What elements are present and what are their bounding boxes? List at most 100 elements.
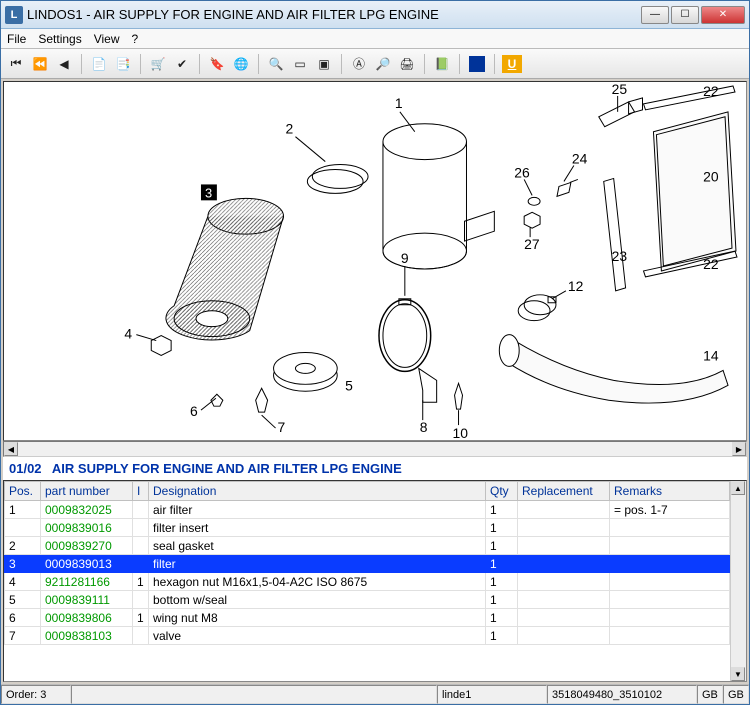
tag-icon[interactable]: 🔖 — [206, 53, 228, 75]
scroll-down-icon[interactable]: ▼ — [731, 667, 745, 681]
globe-icon[interactable]: 🌐 — [230, 53, 252, 75]
col-repl[interactable]: Replacement — [518, 482, 610, 501]
doc-save-icon[interactable]: 📑 — [112, 53, 134, 75]
cell-repl — [518, 627, 610, 645]
nav-prev-fast-icon[interactable]: ⏪ — [29, 53, 51, 75]
cell-rem — [610, 519, 730, 537]
menubar: File Settings View ? — [1, 29, 749, 49]
cell-desig: hexagon nut M16x1,5-04-A2C ISO 8675 — [149, 573, 486, 591]
diagram-panel[interactable]: 1 2 3 4 — [3, 81, 747, 441]
callout-3-selected: 3 — [205, 185, 212, 200]
separator — [459, 54, 460, 74]
diagram-hscrollbar[interactable]: ◀ ▶ — [3, 441, 747, 457]
search-icon[interactable]: 🔎 — [372, 53, 394, 75]
cell-qty: 1 — [486, 501, 518, 519]
cell-rem — [610, 573, 730, 591]
menu-file[interactable]: File — [7, 32, 26, 46]
print-icon[interactable]: 🖨 — [396, 53, 418, 75]
table-row[interactable]: 0009839016filter insert1 — [5, 519, 730, 537]
cell-pos: 3 — [5, 555, 41, 573]
cell-i — [133, 501, 149, 519]
cell-qty: 1 — [486, 627, 518, 645]
cell-desig: air filter — [149, 501, 486, 519]
cell-qty: 1 — [486, 609, 518, 627]
col-i[interactable]: I — [133, 482, 149, 501]
flag-icon[interactable] — [466, 53, 488, 75]
callout-8: 8 — [420, 419, 428, 435]
callout-1: 1 — [395, 95, 403, 111]
fit-width-icon[interactable]: ▭ — [289, 53, 311, 75]
col-rem[interactable]: Remarks — [610, 482, 730, 501]
status-lang1: GB — [697, 685, 723, 704]
cart-icon[interactable]: 🛒 — [147, 53, 169, 75]
menu-view[interactable]: View — [94, 32, 120, 46]
status-order: Order: 3 — [1, 685, 71, 704]
cell-qty: 1 — [486, 591, 518, 609]
info-icon[interactable]: Ⓐ — [348, 53, 370, 75]
col-pos[interactable]: Pos. — [5, 482, 41, 501]
section-header: 01/02 AIR SUPPLY FOR ENGINE AND AIR FILT… — [3, 457, 747, 480]
cell-part: 0009832025 — [41, 501, 133, 519]
callout-9: 9 — [401, 250, 409, 266]
callout-7: 7 — [278, 419, 286, 435]
separator — [341, 54, 342, 74]
table-row[interactable]: 600098398061wing nut M81 — [5, 609, 730, 627]
callout-6: 6 — [190, 403, 198, 419]
cell-repl — [518, 537, 610, 555]
exploded-diagram: 1 2 3 4 — [4, 82, 746, 440]
close-button[interactable]: ✕ — [701, 6, 745, 24]
nav-prev-icon[interactable]: ◀ — [53, 53, 75, 75]
maximize-button[interactable]: ☐ — [671, 6, 699, 24]
grid-vscrollbar[interactable]: ▲ ▼ — [730, 481, 746, 681]
check-icon[interactable]: ✔ — [171, 53, 193, 75]
nav-first-icon[interactable]: ⏮ — [5, 53, 27, 75]
cell-repl — [518, 591, 610, 609]
menu-settings[interactable]: Settings — [38, 32, 81, 46]
scroll-left-icon[interactable]: ◀ — [4, 442, 18, 456]
status-empty — [71, 685, 437, 704]
separator — [140, 54, 141, 74]
menu-help[interactable]: ? — [132, 32, 139, 46]
cell-qty: 1 — [486, 537, 518, 555]
cell-i — [133, 555, 149, 573]
table-row[interactable]: 492112811661hexagon nut M16x1,5-04-A2C I… — [5, 573, 730, 591]
u-button[interactable]: U — [501, 53, 523, 75]
table-row[interactable]: 50009839111bottom w/seal1 — [5, 591, 730, 609]
cell-rem — [610, 591, 730, 609]
cell-rem: = pos. 1-7 — [610, 501, 730, 519]
doc-open-icon[interactable]: 📄 — [88, 53, 110, 75]
cell-repl — [518, 555, 610, 573]
titlebar[interactable]: L LINDOS1 - AIR SUPPLY FOR ENGINE AND AI… — [1, 1, 749, 29]
minimize-button[interactable]: — — [641, 6, 669, 24]
separator — [199, 54, 200, 74]
cell-desig: wing nut M8 — [149, 609, 486, 627]
parts-grid-wrap: Pos. part number I Designation Qty Repla… — [3, 480, 747, 682]
callout-22a: 22 — [703, 83, 719, 99]
callout-10: 10 — [453, 425, 469, 440]
callout-22b: 22 — [703, 256, 719, 272]
separator — [258, 54, 259, 74]
scroll-up-icon[interactable]: ▲ — [731, 481, 745, 495]
cell-qty: 1 — [486, 519, 518, 537]
table-row[interactable]: 20009839270seal gasket1 — [5, 537, 730, 555]
callout-27: 27 — [524, 236, 540, 252]
callout-12: 12 — [568, 278, 584, 294]
cell-rem — [610, 555, 730, 573]
zoom-in-icon[interactable]: 🔍 — [265, 53, 287, 75]
cell-part: 0009839806 — [41, 609, 133, 627]
separator — [81, 54, 82, 74]
note-icon[interactable]: 📗 — [431, 53, 453, 75]
fit-page-icon[interactable]: ▣ — [313, 53, 335, 75]
cell-desig: bottom w/seal — [149, 591, 486, 609]
table-row[interactable]: 70009838103valve1 — [5, 627, 730, 645]
col-qty[interactable]: Qty — [486, 482, 518, 501]
scroll-right-icon[interactable]: ▶ — [732, 442, 746, 456]
callout-24: 24 — [572, 151, 588, 167]
parts-grid[interactable]: Pos. part number I Designation Qty Repla… — [4, 481, 730, 681]
table-row[interactable]: 10009832025air filter1= pos. 1-7 — [5, 501, 730, 519]
statusbar: Order: 3 linde1 3518049480_3510102 GB GB — [1, 684, 749, 704]
cell-part: 0009838103 — [41, 627, 133, 645]
table-row[interactable]: 30009839013filter1 — [5, 555, 730, 573]
col-part[interactable]: part number — [41, 482, 133, 501]
col-desig[interactable]: Designation — [149, 482, 486, 501]
